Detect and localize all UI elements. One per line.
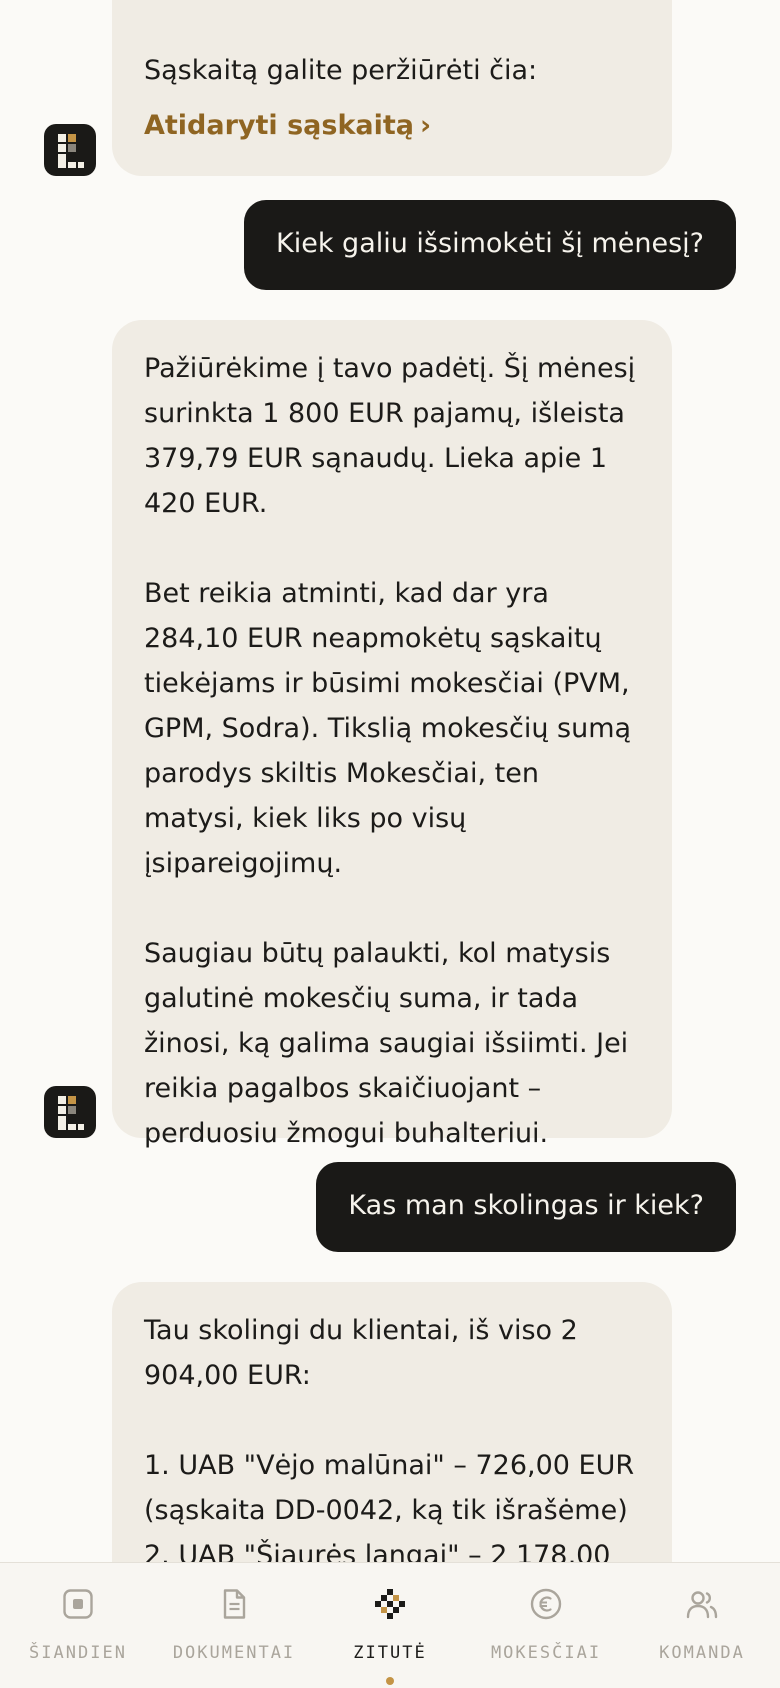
tab-mokesciai[interactable]: MOKESČIAI: [468, 1563, 624, 1688]
active-tab-indicator: [386, 1677, 394, 1685]
message-paragraph: Bet reikia atminti, kad dar yra 284,10 E…: [144, 578, 632, 879]
user-message: Kiek galiu išsimokėti šį mėnesį?: [244, 200, 736, 290]
message-text: Kiek galiu išsimokėti šį mėnesį?: [276, 228, 704, 259]
zitute-logo-icon: [58, 1096, 84, 1130]
tab-komanda[interactable]: KOMANDA: [624, 1563, 780, 1688]
assistant-message: Sąskaitą galite peržiūrėti čia: Atidaryt…: [112, 0, 672, 176]
chevron-right-icon: ›: [420, 110, 432, 141]
tab-label: DOKUMENTAI: [172, 1643, 296, 1663]
bottom-tab-bar: ŠIANDIEN DOKUMENTAI ZITUTĖ MOKESČIAI KOM…: [0, 1562, 780, 1688]
message-text: Kas man skolingas ir kiek?: [348, 1190, 704, 1221]
message-paragraph: Pažiūrėkime į tavo padėtį. Šį mėnesį sur…: [144, 353, 636, 519]
document-icon: [223, 1589, 246, 1619]
tab-zitute[interactable]: ZITUTĖ: [312, 1563, 468, 1688]
assistant-avatar-icon: [44, 1086, 96, 1138]
today-icon: [63, 1589, 93, 1619]
open-invoice-link[interactable]: Atidaryti sąskaitą ›: [144, 103, 431, 148]
zitute-logo-icon: [375, 1589, 405, 1619]
list-item: 1. UAB "Vėjo malūnai" – 726,00 EUR (sąsk…: [144, 1450, 635, 1526]
message-paragraph: Saugiau būtų palaukti, kol matysis galut…: [144, 938, 629, 1149]
assistant-avatar-icon: [44, 124, 96, 176]
tab-dokumentai[interactable]: DOKUMENTAI: [156, 1563, 312, 1688]
chat-thread[interactable]: Sąskaitą galite peržiūrėti čia: Atidaryt…: [0, 0, 780, 1688]
tab-label: KOMANDA: [659, 1643, 745, 1663]
message-paragraph: Tau skolingi du klientai, iš viso 2 904,…: [144, 1315, 578, 1391]
open-invoice-link-label: Atidaryti sąskaitą: [144, 110, 414, 141]
team-icon: [686, 1591, 718, 1619]
tab-label: ZITUTĖ: [353, 1643, 427, 1663]
tab-label: MOKESČIAI: [490, 1643, 602, 1663]
zitute-logo-icon: [58, 134, 84, 168]
tab-label: ŠIANDIEN: [29, 1643, 127, 1663]
tab-siandien[interactable]: ŠIANDIEN: [0, 1563, 156, 1688]
message-text: Sąskaitą galite peržiūrėti čia:: [144, 55, 538, 86]
euro-icon: [530, 1588, 562, 1620]
user-message: Kas man skolingas ir kiek?: [316, 1162, 736, 1252]
assistant-message: Pažiūrėkime į tavo padėtį. Šį mėnesį sur…: [112, 320, 672, 1149]
